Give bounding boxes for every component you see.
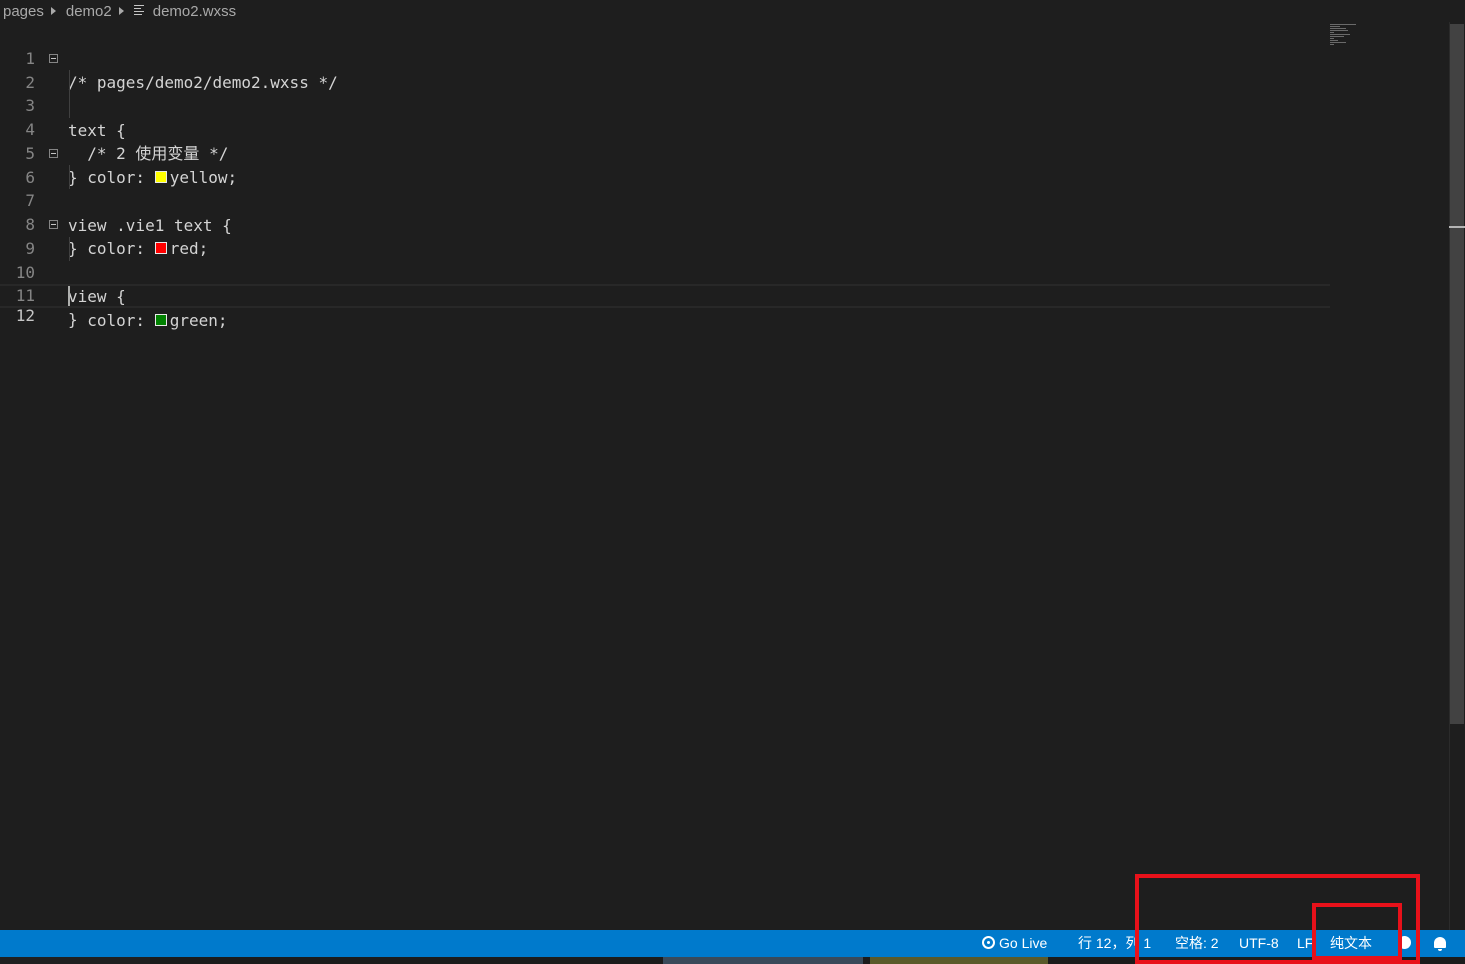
file-lines-icon [133,4,144,16]
code-line: 1 /* pages/demo2/demo2.wxss */ [0,23,1330,92]
code-line: 6 view .vie1 text { [0,142,1330,235]
line-code-value: green; [169,311,228,330]
encoding-selector[interactable]: UTF-8 [1239,930,1279,957]
breadcrumb: pages demo2 demo2.wxss [0,0,1445,22]
eol-selector[interactable]: LF [1297,930,1313,957]
go-live-button[interactable]: Go Live [982,930,1047,957]
indent-guide [69,165,70,189]
scrollbar-thumb[interactable] [1450,24,1464,724]
chevron-right-icon [50,7,56,15]
code-line: 9 view { [0,213,1330,306]
feedback-button[interactable] [1398,930,1411,957]
breadcrumb-demo2[interactable]: demo2 [66,3,112,20]
scrollbar-cursor-marker [1449,226,1465,228]
indent-guide [69,237,70,261]
code-line: 10 color: green; [0,237,1330,330]
code-line: 5 } [0,118,1330,187]
indentation-setting[interactable]: 空格: 2 [1175,930,1219,957]
smiley-icon [1398,936,1411,950]
fold-collapse-icon[interactable] [49,149,58,158]
code-line: 7 color: red; [0,165,1330,258]
indent-guide [69,94,70,118]
code-line: 2 text { [0,47,1330,140]
minimap[interactable] [1330,24,1360,48]
broadcast-icon [982,936,995,950]
notifications-button[interactable] [1434,930,1446,957]
breadcrumb-pages[interactable]: pages [3,3,44,20]
fold-collapse-icon[interactable] [49,220,58,229]
line-code: } [68,310,78,329]
text-cursor [68,286,70,306]
line-number: 12 [15,306,35,325]
code-editor[interactable]: 1 /* pages/demo2/demo2.wxss */ 2 text { … [0,22,1449,930]
breadcrumb-file[interactable]: demo2.wxss [153,3,236,20]
code-line: 11 } [0,260,1330,329]
bell-icon [1434,936,1446,951]
line-code-prefix: color: [68,311,155,330]
taskbar-edge [0,957,1465,964]
code-line: 3 /* 2 使用变量 */ [0,70,1330,163]
line-code: color: green; [68,309,228,333]
code-line: 8 } [0,189,1330,258]
chevron-right-icon [118,7,124,15]
language-mode-selector[interactable]: 纯文本 [1330,930,1372,957]
indent-guide [69,70,70,94]
fold-collapse-icon[interactable] [49,54,58,63]
cursor-position[interactable]: 行 12，列 1 [1078,930,1151,957]
current-line: 12 [0,284,1330,325]
code-line: 4 color: yellow; [0,94,1330,187]
go-live-label: Go Live [999,935,1048,951]
color-swatch-green[interactable] [154,314,167,326]
status-bar: Go Live 行 12，列 1 空格: 2 UTF-8 LF 纯文本 [0,930,1465,957]
